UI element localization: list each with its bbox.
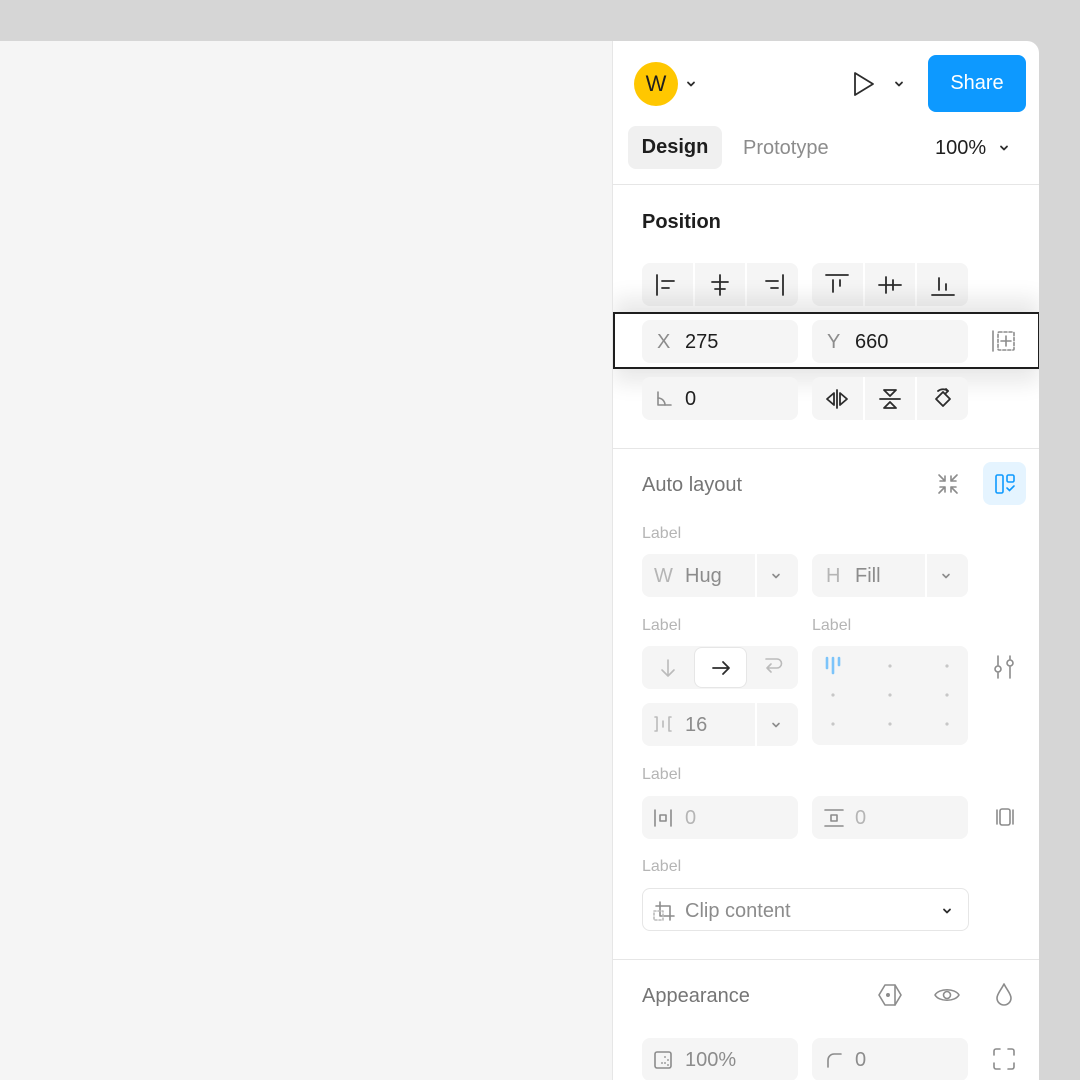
direction-wrap-icon[interactable] [762, 655, 784, 677]
direction-label: Label [642, 617, 682, 634]
drop-icon[interactable] [993, 981, 1015, 1007]
align-top-icon[interactable] [812, 263, 863, 306]
opacity-field[interactable]: 100% [642, 1038, 798, 1080]
align-center-vertical-icon[interactable] [862, 263, 916, 306]
horizontal-padding-icon [654, 809, 672, 827]
direction-vertical-icon[interactable] [657, 657, 679, 679]
width-field[interactable]: W Hug [642, 554, 798, 597]
padding-label: Label [642, 766, 682, 783]
rotation-value[interactable]: 0 [685, 389, 696, 409]
opacity-value[interactable]: 100% [685, 1050, 736, 1070]
horizontal-padding-field[interactable]: 0 [642, 796, 798, 839]
flip-horizontal-icon[interactable] [812, 377, 863, 420]
alignment-grid[interactable] [812, 646, 968, 745]
align-right-icon[interactable] [745, 263, 798, 306]
tab-prototype-label: Prototype [743, 136, 829, 159]
tab-design-label: Design [641, 136, 709, 158]
variable-mode-icon[interactable] [877, 982, 905, 1008]
tab-prototype[interactable]: Prototype [735, 126, 837, 169]
appearance-title: Appearance [642, 985, 750, 1007]
resize-to-fit-icon[interactable] [935, 471, 961, 497]
divider [613, 448, 1039, 449]
individual-padding-icon[interactable] [993, 805, 1017, 829]
vertical-padding-field[interactable]: 0 [812, 796, 968, 839]
zoom-value: 100% [935, 136, 987, 159]
auto-layout-toggle-icon[interactable] [983, 462, 1026, 505]
height-label: H [826, 565, 841, 587]
gap-value[interactable]: 16 [685, 715, 707, 735]
zoom-dropdown[interactable]: 100% [935, 126, 1010, 169]
play-icon[interactable] [851, 70, 877, 98]
clip-content-dropdown[interactable]: Clip content [642, 888, 969, 931]
rotate-icon[interactable] [915, 377, 968, 420]
crop-icon [653, 901, 675, 921]
divider [613, 184, 1039, 185]
layout-settings-icon[interactable] [991, 653, 1017, 681]
properties-panel: W Share Design Prototype 100% Position X… [612, 41, 1039, 1080]
height-chevron-down-icon[interactable] [940, 570, 952, 582]
avatar-initial: W [645, 71, 667, 96]
y-value[interactable]: 660 [855, 332, 888, 352]
height-field[interactable]: H Fill [812, 554, 968, 597]
share-label: Share [950, 72, 1004, 94]
vertical-padding-value[interactable]: 0 [855, 808, 866, 828]
width-label: W [654, 565, 673, 587]
gap-icon [654, 716, 672, 732]
x-label: X [657, 331, 671, 353]
x-field[interactable]: X 275 [642, 320, 798, 363]
gap-field[interactable]: 16 [642, 703, 798, 746]
x-value[interactable]: 275 [685, 332, 718, 352]
zoom-chevron-down-icon [1000, 145, 1009, 150]
y-field[interactable]: Y 660 [812, 320, 968, 363]
vertical-align-group [812, 263, 968, 306]
radius-value[interactable]: 0 [855, 1050, 866, 1070]
alignment-active-icon [825, 656, 841, 675]
y-label: Y [827, 331, 841, 353]
corner-radius-icon [827, 1053, 842, 1068]
eye-icon[interactable] [933, 983, 961, 1007]
auto-layout-title: Auto layout [642, 474, 743, 496]
share-button[interactable]: Share [928, 55, 1026, 112]
horizontal-padding-value[interactable]: 0 [685, 808, 696, 828]
height-value[interactable]: Fill [855, 566, 881, 586]
flip-vertical-icon[interactable] [862, 377, 916, 420]
play-chevron-down-icon[interactable] [893, 78, 905, 90]
divider [613, 959, 1039, 960]
avatar[interactable]: W [634, 62, 678, 106]
rotation-field[interactable]: 0 [642, 377, 798, 420]
radius-field[interactable]: 0 [812, 1038, 968, 1080]
gap-chevron-down-icon[interactable] [770, 719, 782, 731]
position-title: Position [642, 211, 721, 233]
vertical-padding-icon [824, 809, 844, 827]
align-center-horizontal-icon[interactable] [692, 263, 746, 306]
individual-corners-icon[interactable] [991, 1046, 1017, 1072]
width-value[interactable]: Hug [685, 566, 722, 586]
canvas[interactable] [0, 41, 612, 1080]
rotation-icon [657, 391, 672, 406]
tab-design[interactable]: Design [628, 126, 722, 169]
direction-horizontal-icon[interactable] [695, 648, 746, 687]
direction-group [642, 646, 798, 689]
horizontal-align-group [642, 263, 798, 306]
transform-group [812, 377, 968, 420]
width-chevron-down-icon[interactable] [770, 570, 782, 582]
clip-label: Label [642, 858, 682, 875]
alignment-label: Label [812, 617, 852, 634]
align-bottom-icon[interactable] [915, 263, 968, 306]
clip-chevron-down-icon [943, 908, 951, 914]
size-label: Label [642, 525, 682, 542]
opacity-icon [654, 1051, 672, 1069]
align-left-icon[interactable] [642, 263, 693, 306]
clip-content-value: Clip content [685, 900, 791, 922]
avatar-chevron-down-icon[interactable] [685, 78, 697, 90]
constraints-icon[interactable] [990, 327, 1018, 355]
